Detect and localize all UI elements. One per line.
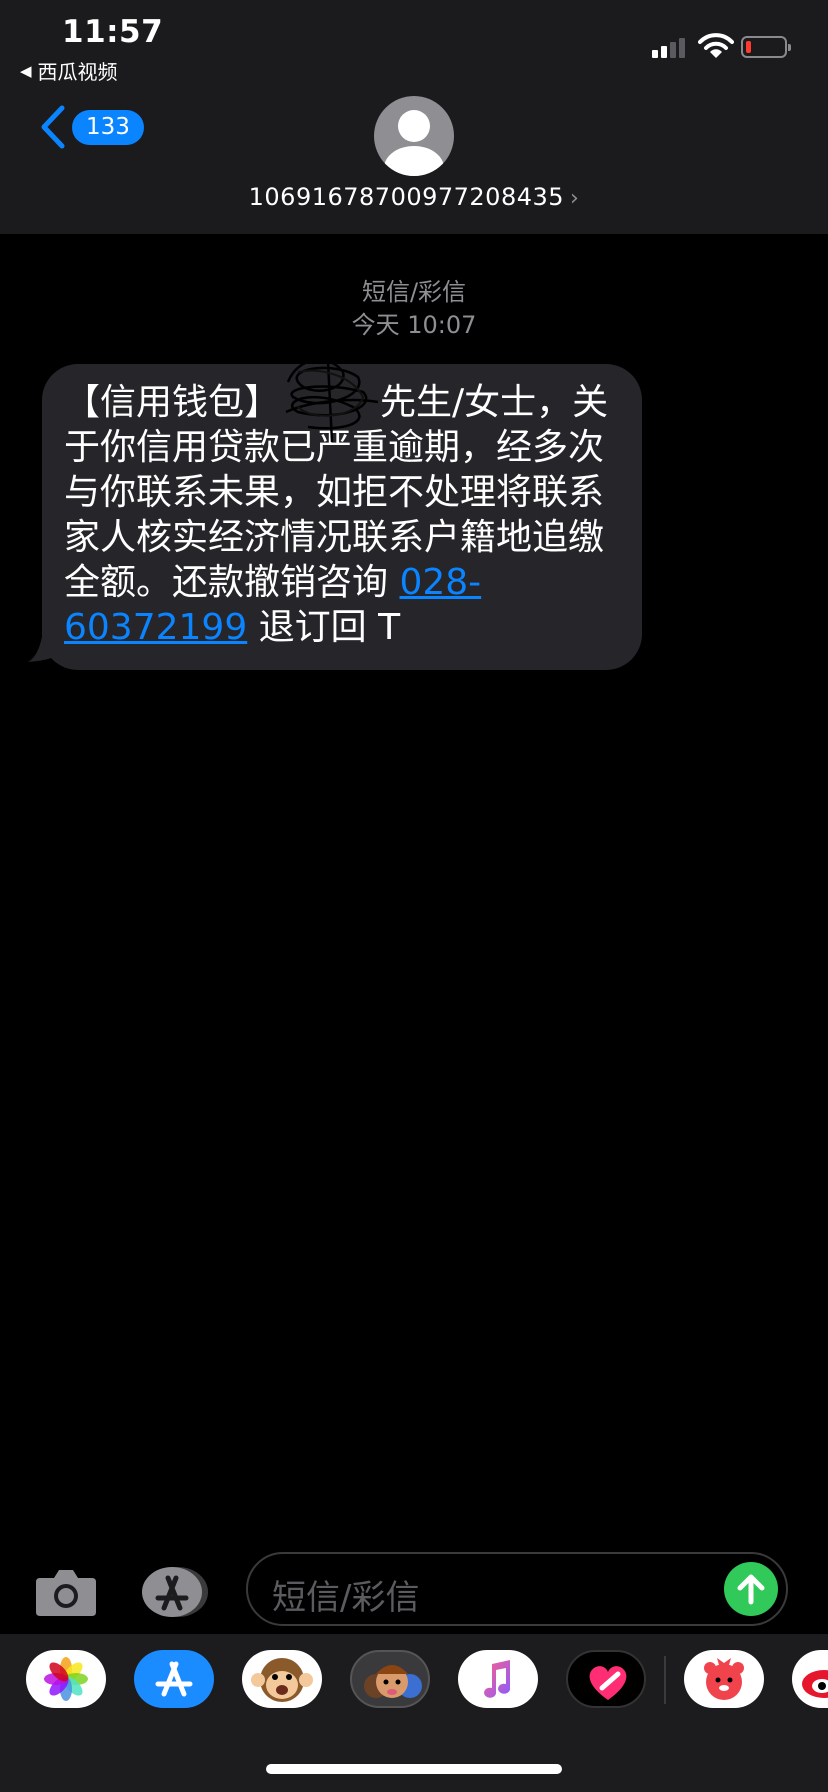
chevron-left-icon xyxy=(41,105,65,149)
wifi-icon xyxy=(698,33,734,58)
status-time: 11:57 xyxy=(62,14,164,50)
message-input[interactable]: 短信/彩信 xyxy=(246,1552,788,1626)
sender-number: 10691678700977208435 xyxy=(248,183,565,211)
weibo-icon[interactable] xyxy=(792,1650,828,1708)
arrow-up-icon xyxy=(737,1574,765,1605)
battery-icon xyxy=(741,36,791,58)
messages-screen: 11:57 ◀ 西瓜视频 133 10691678700977208435 › … xyxy=(0,0,828,1792)
sender-info[interactable]: 10691678700977208435 › xyxy=(0,183,828,211)
animoji-icon[interactable] xyxy=(242,1650,322,1708)
camera-icon[interactable] xyxy=(34,1566,98,1618)
digital-touch-icon[interactable] xyxy=(566,1650,646,1708)
drawer-divider xyxy=(664,1656,666,1704)
message-timestamp: 今天 10:07 xyxy=(351,311,477,339)
contact-avatar[interactable] xyxy=(374,96,454,176)
message-unsubscribe: 退订回 T xyxy=(247,607,401,648)
back-app-label: 西瓜视频 xyxy=(37,60,118,84)
message-type-label: 短信/彩信 xyxy=(361,278,467,306)
memoji-icon[interactable] xyxy=(350,1650,430,1708)
app-store-icon[interactable] xyxy=(134,1650,214,1708)
message-sender-tag: 【信用钱包】 xyxy=(64,382,281,423)
photos-icon[interactable] xyxy=(26,1650,106,1708)
battery-level xyxy=(746,41,751,53)
back-to-app[interactable]: ◀ 西瓜视频 xyxy=(20,56,118,85)
app-store-icon[interactable] xyxy=(138,1564,212,1620)
chevron-right-icon: › xyxy=(570,186,580,211)
unread-count-badge: 133 xyxy=(72,109,144,145)
red-app-icon[interactable] xyxy=(684,1650,764,1708)
conversation-header: 11:57 ◀ 西瓜视频 133 10691678700977208435 › xyxy=(0,0,828,234)
home-indicator[interactable] xyxy=(266,1764,562,1774)
send-button[interactable] xyxy=(724,1562,778,1616)
music-icon[interactable] xyxy=(458,1650,538,1708)
input-placeholder: 短信/彩信 xyxy=(272,1578,420,1618)
app-drawer xyxy=(0,1634,828,1792)
cellular-signal-icon xyxy=(652,36,685,58)
back-button[interactable]: 133 xyxy=(38,104,144,150)
back-triangle-icon: ◀ xyxy=(20,61,32,80)
redaction-scribble xyxy=(285,358,379,443)
compose-bar: 短信/彩信 xyxy=(0,1546,828,1636)
